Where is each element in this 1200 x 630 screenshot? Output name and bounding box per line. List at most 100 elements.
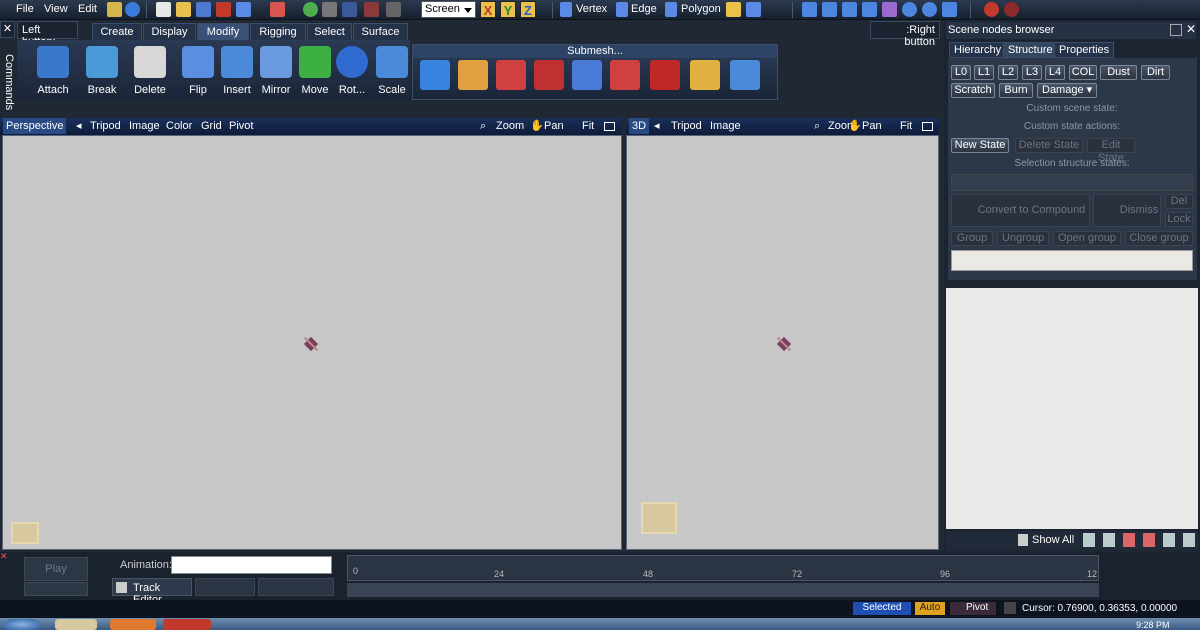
magnet-icon[interactable] [984,2,999,17]
auto-badge[interactable]: Auto [915,602,945,615]
viewport-name[interactable]: 3D [629,118,650,134]
screen-select[interactable]: Screen [421,1,476,18]
break-button[interactable]: Break [83,44,121,100]
lod-l3-button[interactable]: L3 [1022,65,1042,80]
clear-icon[interactable] [386,2,401,17]
torus-icon[interactable] [922,2,937,17]
tube-icon[interactable] [942,2,957,17]
maximize-icon[interactable] [604,122,615,131]
axis-x-toggle[interactable]: X [480,1,496,18]
tab-hierarchy[interactable]: Hierarchy [949,42,1007,58]
lock-icon[interactable] [1004,602,1016,614]
close-icon[interactable]: ✕ [0,551,8,561]
tab-rigging[interactable]: Rigging [250,23,306,41]
selected-badge[interactable]: Selected [853,602,911,615]
lod-l1-button[interactable]: L1 [974,65,994,80]
remove-key-button[interactable] [258,578,334,596]
tab-properties[interactable]: Properties [1054,42,1115,58]
grid-menu[interactable]: Grid [201,118,222,134]
mirror-button[interactable]: Mirror [257,44,295,100]
close-icon[interactable]: ✕ [1186,22,1196,36]
object-mode-icon[interactable] [726,2,741,17]
expand-icon[interactable] [1083,533,1095,547]
close-group-button[interactable]: Close group [1125,231,1193,246]
damage-select[interactable]: Damage ▾ [1037,83,1097,98]
pan-button[interactable]: Pan [862,118,882,134]
tab-create[interactable]: Create [92,23,142,41]
tree-icon[interactable] [1163,533,1175,547]
group-button[interactable]: Group [951,231,993,246]
dust-button[interactable]: Dust [1100,65,1137,80]
tripod-menu[interactable]: Tripod [671,118,702,134]
undo-icon[interactable] [342,2,357,17]
ungroup-button[interactable]: Ungroup [997,231,1049,246]
zoom-button[interactable]: Zoom [496,118,524,134]
pin-icon[interactable] [1170,24,1182,36]
extrude-icon[interactable] [420,60,450,90]
submesh-header[interactable]: Submesh... [413,45,777,58]
grid-icon[interactable] [322,2,337,17]
animation-select[interactable] [171,556,332,574]
menu-edit[interactable]: Edit [78,3,97,15]
app-taskbar-icon[interactable] [163,619,211,630]
chevron-left-icon[interactable]: ◂ [76,118,82,134]
bones-icon[interactable] [882,2,897,17]
select-mode-icon[interactable] [746,2,761,17]
scratch-button[interactable]: Scratch [951,83,995,98]
axis-y-toggle[interactable]: Y [500,1,516,18]
delete-button[interactable]: Delete [131,44,169,100]
search-icon[interactable]: ⌕ [480,118,486,134]
plane-icon[interactable] [802,2,817,17]
new-file-icon[interactable] [156,2,171,17]
perspective-viewport[interactable] [2,135,622,550]
show-all-button[interactable]: Show All [1032,534,1074,546]
polygon-mode-button[interactable]: Polygon [681,3,721,15]
hand-icon[interactable]: ✋ [848,118,862,134]
sphere-icon[interactable] [902,2,917,17]
tab-surface[interactable]: Surface [353,23,408,41]
tessellate-icon[interactable] [730,60,760,90]
timeline-scrollbar[interactable] [347,583,1099,597]
explorer-taskbar-icon[interactable] [55,619,97,630]
stop-button[interactable] [24,582,88,596]
render-icon[interactable] [303,2,318,17]
box-icon[interactable] [842,2,857,17]
maximize-icon[interactable] [922,122,933,131]
commands-side-label[interactable]: Commands [3,54,15,114]
image-menu[interactable]: Image [710,118,741,134]
dirt-button[interactable]: Dirt [1141,65,1170,80]
filter-icon[interactable] [1123,533,1135,547]
del-button[interactable]: Del [1165,194,1193,209]
insert-button[interactable]: Insert [218,44,256,100]
split-icon[interactable] [496,60,526,90]
lod-l0-button[interactable]: L0 [951,65,971,80]
sort-icon[interactable] [1143,533,1155,547]
menu-view[interactable]: View [44,3,68,15]
tab-display[interactable]: Display [143,23,196,41]
hand-icon[interactable]: ✋ [530,118,544,134]
convert-to-compound-button[interactable]: Convert to Compound [951,194,1090,227]
add-key-button[interactable] [195,578,255,596]
edge-mode-button[interactable]: Edge [631,3,657,15]
fit-button[interactable]: Fit [900,118,912,134]
edit-state-button[interactable]: Edit State [1087,138,1135,164]
track-editor-button[interactable]: Track Editor [112,578,192,606]
browser-taskbar-icon[interactable] [110,619,156,630]
start-button[interactable] [4,619,40,630]
chevron-left-icon[interactable]: ◂ [654,118,660,134]
color-menu[interactable]: Color [166,118,192,134]
undo-history-icon[interactable] [270,2,285,17]
open-group-button[interactable]: Open group [1053,231,1121,246]
smooth-icon[interactable] [690,60,720,90]
lock-button[interactable]: Lock [1165,212,1193,227]
scene-tree-area[interactable] [946,288,1198,529]
list-icon[interactable] [1183,533,1195,547]
attach-button[interactable]: Attach [34,44,72,100]
save-icon[interactable] [196,2,211,17]
subdivide-icon[interactable] [650,60,680,90]
collapse-icon[interactable] [1103,533,1115,547]
cut-icon[interactable] [610,60,640,90]
close-commands-icon[interactable]: ✕ [0,21,15,38]
close-file-icon[interactable] [216,2,231,17]
dismiss-button[interactable]: Dismiss [1093,194,1161,227]
